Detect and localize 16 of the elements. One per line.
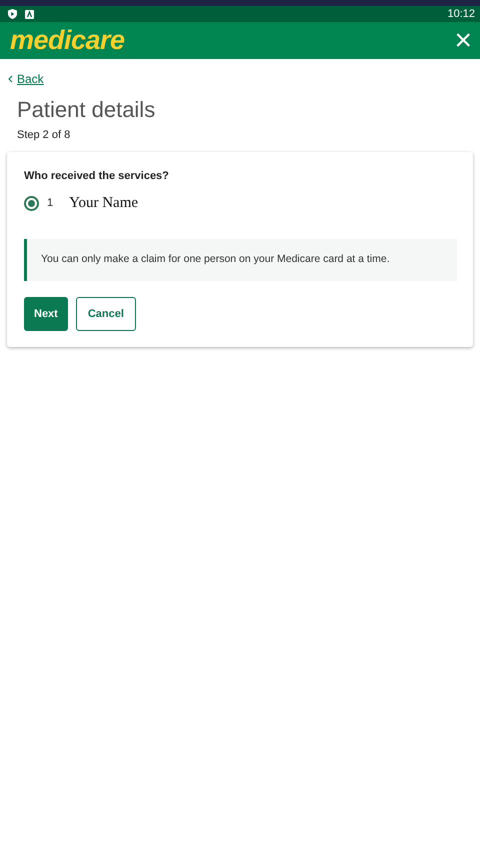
chevron-left-icon	[8, 75, 13, 83]
cancel-button[interactable]: Cancel	[76, 296, 136, 332]
clock-time: 10:12	[447, 6, 475, 22]
shield-play-icon	[8, 9, 17, 19]
close-button[interactable]: ×	[454, 26, 472, 56]
info-notice: You can only make a claim for one person on your Medicare card at a time.	[24, 238, 457, 281]
back-link[interactable]: Back	[8, 70, 44, 88]
medicare-logo: medicare	[10, 27, 125, 54]
step-indicator: Step 2 of 8	[17, 128, 72, 144]
page-title: Patient details	[17, 97, 156, 124]
option-number: 1	[47, 196, 54, 212]
question-label: Who received the services?	[24, 168, 170, 184]
radio-button[interactable]	[24, 196, 39, 212]
keyboard-icon	[25, 10, 34, 18]
option-label: Your Name	[69, 194, 138, 214]
next-button[interactable]: Next	[24, 296, 68, 332]
